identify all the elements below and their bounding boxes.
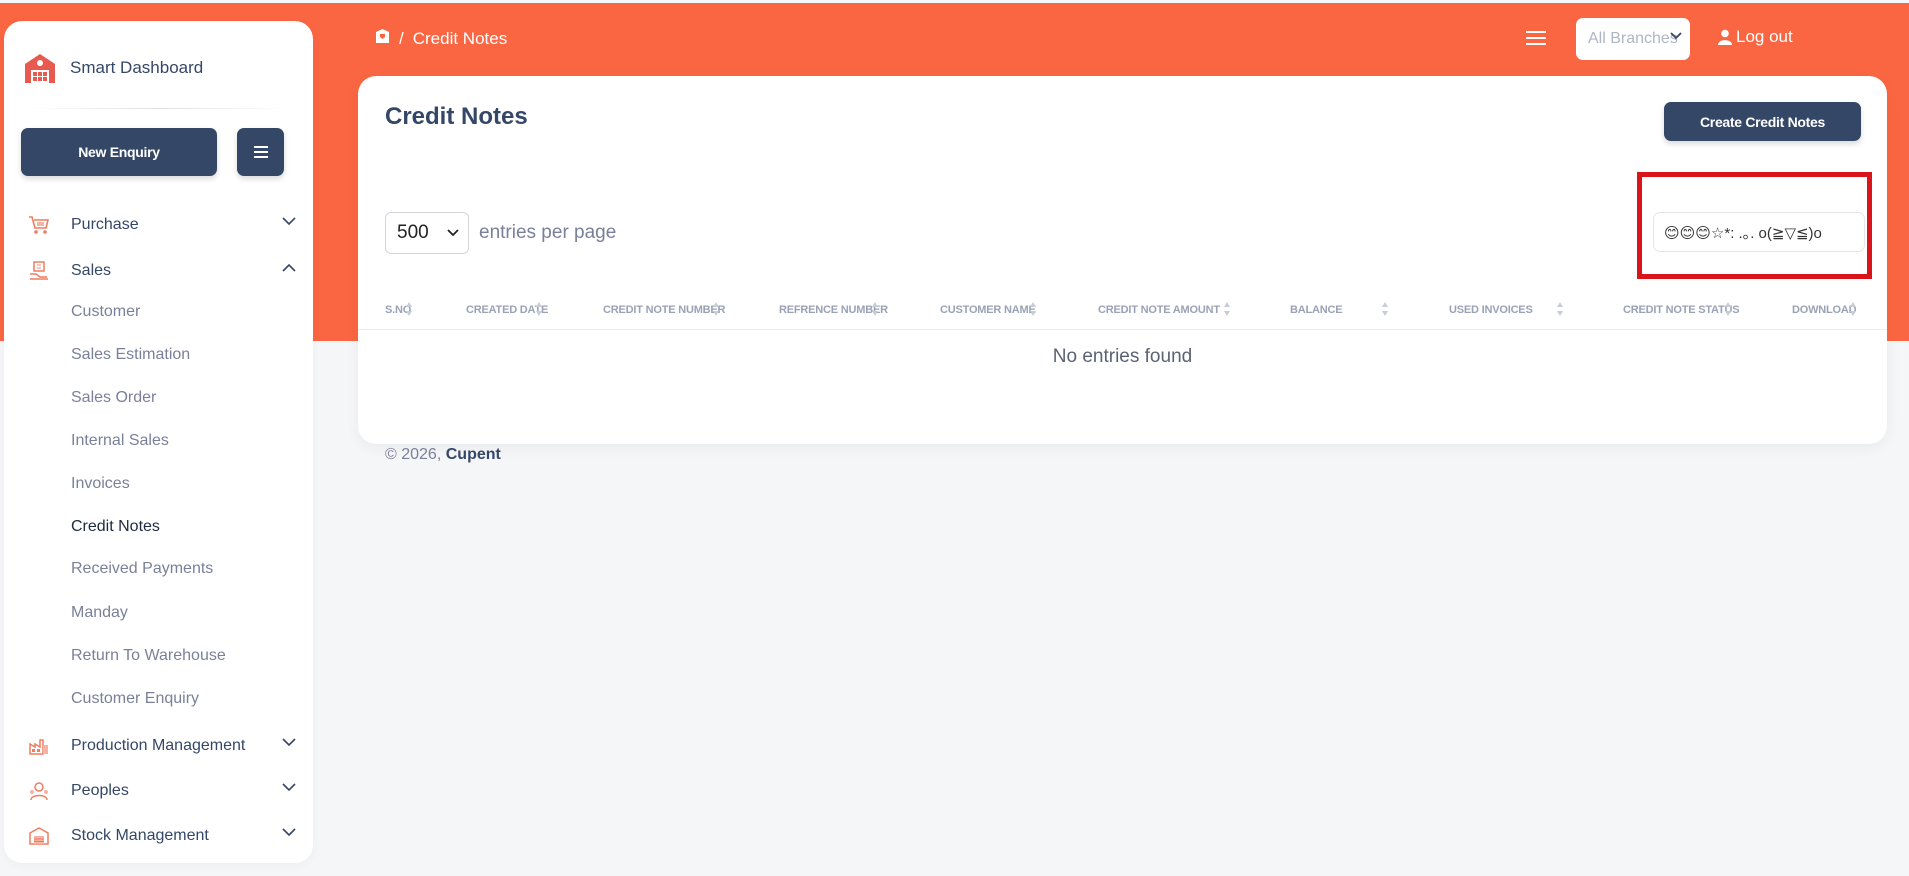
- chevron-down-icon: [1670, 32, 1682, 40]
- brand[interactable]: Smart Dashboard: [22, 48, 203, 88]
- entries-value: 500: [397, 222, 429, 243]
- warehouse-logo-icon: [22, 50, 58, 86]
- breadcrumb: / Credit Notes: [375, 28, 507, 49]
- chevron-down-icon: [282, 783, 296, 792]
- column-header-download[interactable]: DOWNLOAD: [1792, 304, 1857, 316]
- sidebar-item-stock-management[interactable]: Stock Management: [26, 818, 296, 854]
- hamburger-menu-button[interactable]: [1526, 30, 1546, 51]
- sidebar-subitem-internal-sales[interactable]: Internal Sales: [71, 432, 169, 450]
- chevron-down-icon: [447, 229, 459, 237]
- column-header-credit-note-number[interactable]: CREDIT NOTE NUMBER: [603, 304, 725, 316]
- breadcrumb-separator: /: [399, 28, 404, 48]
- people-icon: [26, 778, 52, 804]
- factory-icon: [26, 733, 52, 759]
- sidebar-subitem-customer-enquiry[interactable]: Customer Enquiry: [71, 690, 199, 708]
- chevron-down-icon: [282, 738, 296, 747]
- sidebar-item-purchase[interactable]: Purchase: [26, 207, 296, 243]
- credit-notes-card: Credit Notes Create Credit Notes 500 ent…: [358, 76, 1887, 444]
- sidebar-toggle-button[interactable]: [237, 128, 284, 176]
- footer-company-link[interactable]: Cupent: [446, 446, 501, 463]
- sort-icon: [1030, 302, 1036, 316]
- sidebar-item-label: Production Management: [71, 737, 246, 754]
- sidebar-subitem-invoices[interactable]: Invoices: [71, 475, 130, 493]
- logout-label: Log out: [1736, 27, 1793, 46]
- footer: © 2026, Cupent: [385, 446, 501, 464]
- footer-copyright: © 2026,: [385, 446, 442, 463]
- cart-icon: [26, 212, 52, 238]
- column-header-credit-note-status[interactable]: CREDIT NOTE STATUS: [1623, 304, 1740, 316]
- entries-per-page: 500 entries per page: [385, 212, 616, 254]
- chevron-up-icon: [282, 263, 296, 272]
- sidebar-item-label: Stock Management: [71, 827, 209, 844]
- sort-icon: [1557, 302, 1563, 316]
- branch-select-value: All Branches: [1588, 30, 1678, 47]
- chevron-down-icon: [282, 828, 296, 837]
- search-input[interactable]: 😊😊😊☆*: .｡. o(≧▽≦)o: [1653, 212, 1865, 252]
- sort-icon: [1850, 302, 1856, 316]
- sidebar-item-label: Sales: [71, 262, 112, 279]
- sidebar-subitem-return-to-warehouse[interactable]: Return To Warehouse: [71, 647, 226, 665]
- sidebar-item-production-management[interactable]: Production Management: [26, 728, 296, 764]
- entries-per-page-select[interactable]: 500: [385, 212, 469, 254]
- home-icon[interactable]: [375, 28, 390, 49]
- column-header-customer-name[interactable]: CUSTOMER NAME: [940, 304, 1036, 316]
- sidebar-subitem-credit-notes[interactable]: Credit Notes: [71, 518, 160, 536]
- warehouse-icon: [26, 823, 52, 849]
- empty-table-message: No entries found: [1052, 346, 1193, 367]
- brand-name: Smart Dashboard: [70, 58, 204, 77]
- sidebar-item-sales[interactable]: Sales: [26, 253, 296, 289]
- sort-icon: [1725, 302, 1731, 316]
- sidebar-item-peoples[interactable]: Peoples: [26, 773, 296, 809]
- sort-icon: [406, 302, 412, 316]
- column-header-credit-note-amount[interactable]: CREDIT NOTE AMOUNT: [1098, 304, 1220, 316]
- sidebar-item-label: Purchase: [71, 216, 139, 233]
- sort-icon: [1224, 302, 1230, 316]
- divider: [24, 108, 294, 109]
- sort-icon: [872, 302, 878, 316]
- column-header-balance[interactable]: BALANCE: [1290, 304, 1343, 316]
- logout-link[interactable]: Log out: [1718, 27, 1793, 47]
- sidebar-subitem-received-payments[interactable]: Received Payments: [71, 560, 213, 578]
- sidebar-subitem-sales-order[interactable]: Sales Order: [71, 389, 156, 407]
- sidebar-subitem-sales-estimation[interactable]: Sales Estimation: [71, 346, 190, 364]
- column-header-used-invoices[interactable]: USED INVOICES: [1449, 304, 1533, 316]
- user-icon: [1718, 29, 1732, 45]
- sort-icon: [713, 302, 719, 316]
- sort-icon: [1382, 302, 1388, 316]
- sales-icon: [26, 258, 52, 284]
- menu-icon: [253, 146, 268, 158]
- create-credit-notes-button[interactable]: Create Credit Notes: [1664, 102, 1861, 141]
- entries-per-page-label: entries per page: [479, 222, 617, 243]
- table-header: S.NO CREATED DATE CREDIT NOTE NUMBER REF…: [358, 290, 1887, 330]
- sidebar-subitem-customer[interactable]: Customer: [71, 303, 140, 321]
- menu-icon: [1526, 31, 1546, 45]
- sidebar: Smart Dashboard New Enquiry Purchase Sal…: [4, 21, 313, 863]
- sort-icon: [536, 302, 542, 316]
- page-title: Credit Notes: [385, 103, 528, 130]
- sidebar-item-label: Peoples: [71, 782, 129, 799]
- sidebar-subitem-manday[interactable]: Manday: [71, 604, 128, 622]
- breadcrumb-current: Credit Notes: [412, 28, 508, 48]
- branch-select[interactable]: All Branches: [1576, 18, 1690, 60]
- new-enquiry-button[interactable]: New Enquiry: [21, 128, 217, 176]
- chevron-down-icon: [282, 217, 296, 226]
